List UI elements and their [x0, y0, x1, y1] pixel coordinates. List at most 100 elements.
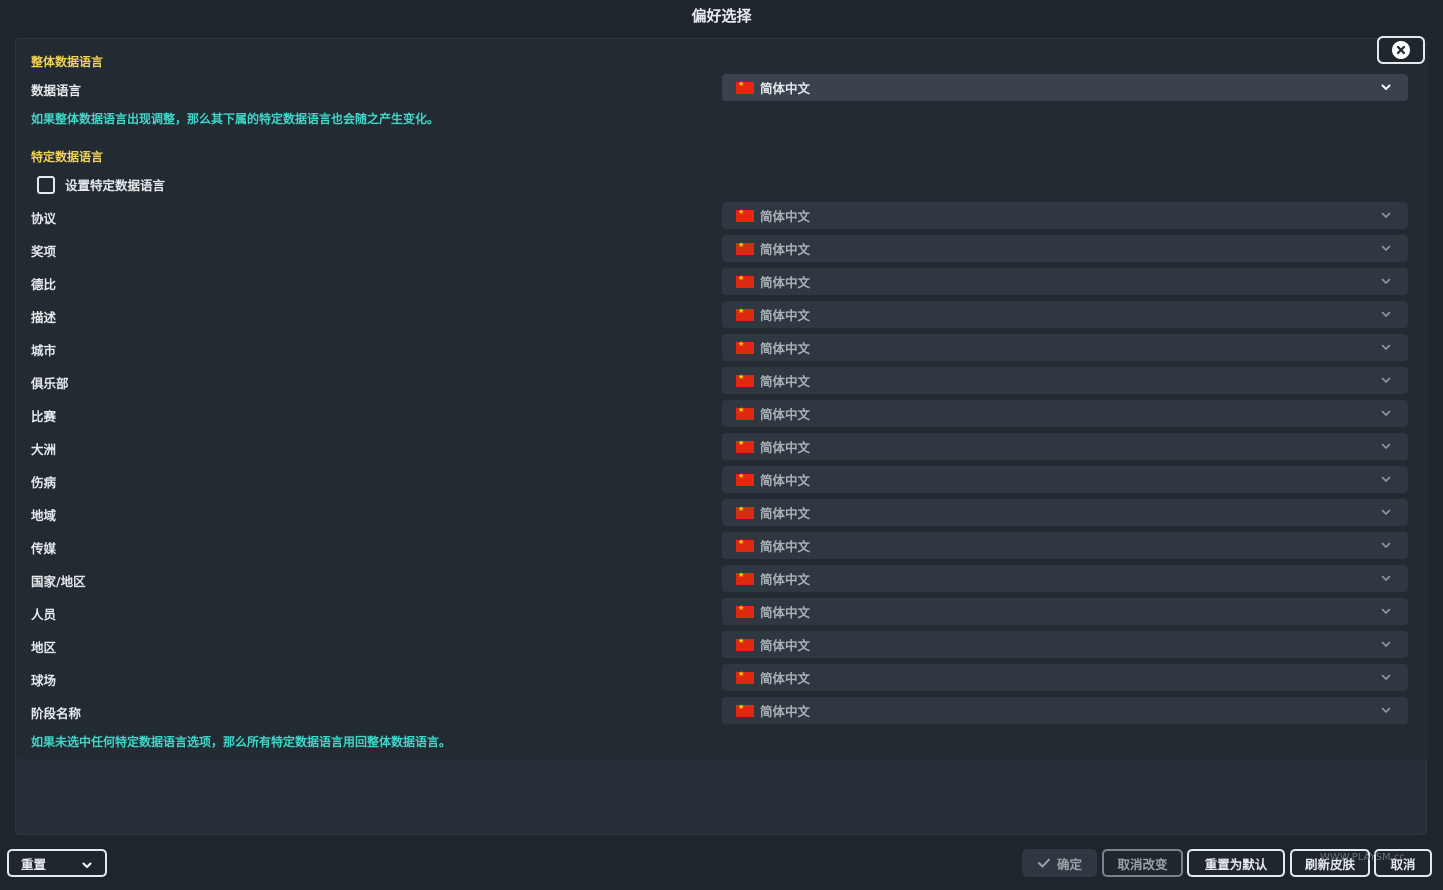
specific-language-label: 阶段名称 — [31, 706, 82, 721]
specific-language-value: 简体中文 — [760, 671, 811, 686]
china-flag-icon — [736, 571, 754, 585]
china-flag-icon — [736, 538, 754, 552]
specific-language-value: 简体中文 — [760, 308, 811, 323]
check-icon — [1037, 858, 1050, 868]
specific-language-dropdown[interactable]: 简体中文 — [722, 334, 1408, 361]
china-flag-icon — [736, 703, 754, 717]
china-flag-icon — [736, 406, 754, 420]
specific-language-dropdown[interactable]: 简体中文 — [722, 631, 1408, 658]
specific-language-label: 协议 — [31, 211, 57, 226]
chevron-down-icon — [82, 862, 92, 868]
specific-language-value: 简体中文 — [760, 275, 811, 290]
specific-language-label: 奖项 — [31, 244, 57, 259]
data-language-value: 简体中文 — [760, 81, 811, 96]
specific-language-section-title: 特定数据语言 — [31, 150, 104, 164]
specific-language-label: 描述 — [31, 310, 57, 325]
overall-language-hint: 如果整体数据语言出现调整，那么其下属的特定数据语言也会随之产生变化。 — [31, 112, 440, 126]
reset-dropdown-button[interactable]: 重置 — [7, 849, 107, 877]
confirm-button[interactable]: 确定 — [1022, 849, 1097, 877]
specific-language-value: 简体中文 — [760, 506, 811, 521]
specific-language-dropdown[interactable]: 简体中文 — [722, 664, 1408, 691]
specific-language-dropdown[interactable]: 简体中文 — [722, 697, 1408, 724]
chevron-down-icon — [1381, 84, 1391, 90]
specific-language-label: 球场 — [31, 673, 57, 688]
chevron-down-icon — [1381, 344, 1391, 350]
chevron-down-icon — [1381, 278, 1391, 284]
specific-language-label: 德比 — [31, 277, 57, 292]
china-flag-icon — [736, 637, 754, 651]
set-specific-language-checkbox-row[interactable]: 设置特定数据语言 — [37, 175, 165, 194]
set-specific-language-label: 设置特定数据语言 — [65, 178, 166, 193]
specific-language-label: 传媒 — [31, 541, 57, 556]
specific-language-dropdown[interactable]: 简体中文 — [722, 235, 1408, 262]
specific-language-dropdown[interactable]: 简体中文 — [722, 565, 1408, 592]
china-flag-icon — [736, 307, 754, 321]
chevron-down-icon — [1381, 542, 1391, 548]
specific-language-label: 伤病 — [31, 475, 57, 490]
specific-language-value: 简体中文 — [760, 473, 811, 488]
specific-language-dropdown[interactable]: 简体中文 — [722, 499, 1408, 526]
specific-language-dropdown[interactable]: 简体中文 — [722, 367, 1408, 394]
specific-language-value: 简体中文 — [760, 539, 811, 554]
china-flag-icon — [736, 340, 754, 354]
specific-language-label: 地域 — [31, 508, 57, 523]
specific-language-value: 简体中文 — [760, 242, 811, 257]
china-flag-icon — [736, 439, 754, 453]
close-button[interactable] — [1377, 36, 1425, 64]
specific-language-label: 比赛 — [31, 409, 57, 424]
china-flag-icon — [736, 505, 754, 519]
specific-language-hint: 如果未选中任何特定数据语言选项，那么所有特定数据语言用回整体数据语言。 — [31, 735, 452, 749]
chevron-down-icon — [1381, 443, 1391, 449]
cancel-changes-button[interactable]: 取消改变 — [1102, 849, 1183, 877]
specific-language-label: 大洲 — [31, 442, 57, 457]
specific-language-dropdown[interactable]: 简体中文 — [722, 433, 1408, 460]
specific-language-dropdown[interactable]: 简体中文 — [722, 532, 1408, 559]
specific-language-label: 地区 — [31, 640, 57, 655]
china-flag-icon — [736, 274, 754, 288]
reset-to-default-label: 重置为默认 — [1204, 856, 1268, 872]
china-flag-icon — [736, 472, 754, 486]
set-specific-language-checkbox[interactable] — [37, 175, 55, 194]
specific-language-dropdown[interactable]: 简体中文 — [722, 301, 1408, 328]
china-flag-icon — [736, 241, 754, 255]
chevron-down-icon — [1381, 311, 1391, 317]
chevron-down-icon — [1381, 707, 1391, 713]
watermark: WWW.PLAYSM.cc — [1320, 852, 1405, 863]
china-flag-icon — [736, 373, 754, 387]
specific-language-dropdown[interactable]: 简体中文 — [722, 598, 1408, 625]
specific-language-label: 人员 — [31, 607, 57, 622]
data-language-dropdown[interactable]: 简体中文 — [722, 74, 1408, 101]
china-flag-icon — [736, 208, 754, 222]
specific-language-value: 简体中文 — [760, 605, 811, 620]
chevron-down-icon — [1381, 212, 1391, 218]
reset-to-default-button[interactable]: 重置为默认 — [1187, 849, 1285, 877]
china-flag-icon — [736, 80, 754, 94]
chevron-down-icon — [1381, 608, 1391, 614]
data-language-label: 数据语言 — [31, 83, 82, 98]
chevron-down-icon — [1381, 476, 1391, 482]
specific-language-value: 简体中文 — [760, 704, 811, 719]
specific-language-value: 简体中文 — [760, 572, 811, 587]
specific-language-value: 简体中文 — [760, 407, 811, 422]
specific-language-dropdown[interactable]: 简体中文 — [722, 268, 1408, 295]
cancel-changes-label: 取消改变 — [1117, 856, 1168, 872]
specific-language-value: 简体中文 — [760, 374, 811, 389]
confirm-label: 确定 — [1056, 856, 1082, 872]
china-flag-icon — [736, 604, 754, 618]
specific-language-value: 简体中文 — [760, 209, 811, 224]
specific-language-label: 城市 — [31, 343, 57, 358]
overall-language-section-title: 整体数据语言 — [31, 55, 104, 69]
dialog-title: 偏好选择 — [691, 7, 752, 25]
chevron-down-icon — [1381, 641, 1391, 647]
chevron-down-icon — [1381, 245, 1391, 251]
specific-language-value: 简体中文 — [760, 638, 811, 653]
specific-language-dropdown[interactable]: 简体中文 — [722, 400, 1408, 427]
specific-language-dropdown[interactable]: 简体中文 — [722, 466, 1408, 493]
specific-language-label: 俱乐部 — [31, 376, 69, 391]
chevron-down-icon — [1381, 410, 1391, 416]
china-flag-icon — [736, 670, 754, 684]
close-circle-icon — [1392, 41, 1410, 59]
reset-label: 重置 — [21, 856, 47, 872]
specific-language-value: 简体中文 — [760, 440, 811, 455]
specific-language-dropdown[interactable]: 简体中文 — [722, 202, 1408, 229]
